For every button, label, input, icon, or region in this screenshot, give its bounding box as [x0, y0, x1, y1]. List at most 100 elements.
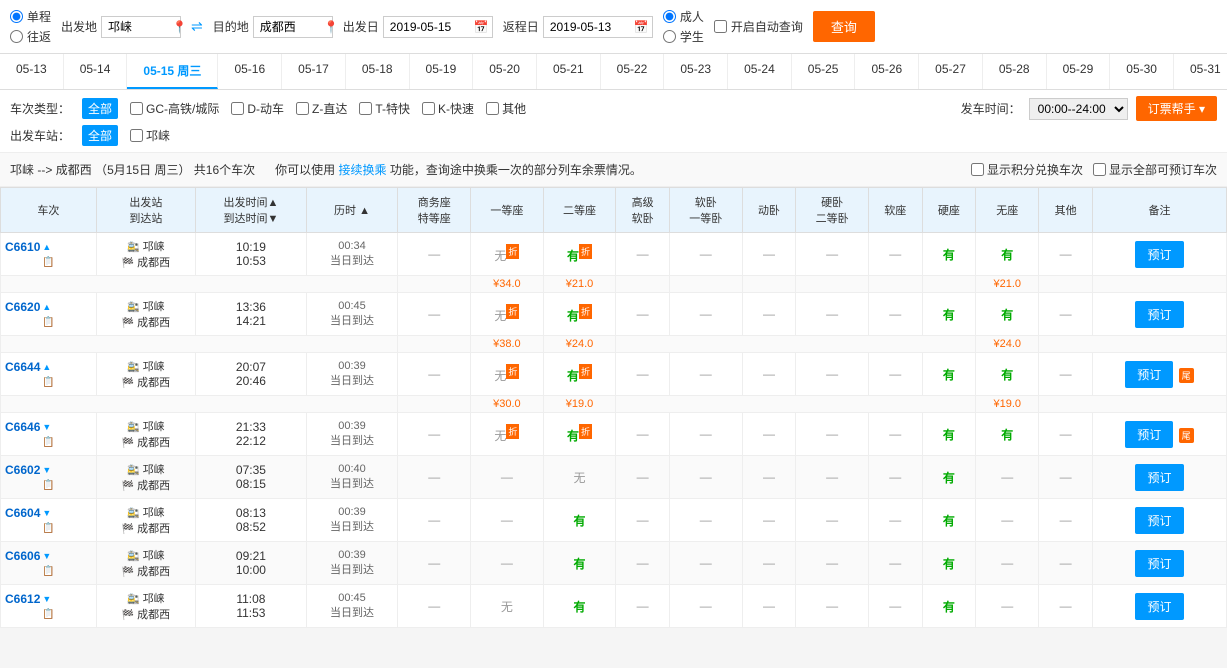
filter-z[interactable]: Z-直达: [296, 100, 347, 117]
book-button[interactable]: 预订: [1135, 301, 1183, 328]
date-tab-0514[interactable]: 05-14: [64, 54, 128, 89]
train-detail-icon[interactable]: 📋: [42, 523, 54, 534]
filter-all-train-types[interactable]: 全部: [82, 98, 118, 119]
adult-radio[interactable]: [663, 10, 676, 23]
th-times[interactable]: 出发时间▲到达时间▼: [196, 188, 307, 233]
train-number-link[interactable]: C6602: [5, 463, 40, 477]
train-detail-icon[interactable]: 📋: [42, 566, 54, 577]
from-input[interactable]: [108, 20, 168, 34]
book-button[interactable]: 预订: [1135, 550, 1183, 577]
book-button[interactable]: 预订: [1125, 421, 1173, 448]
expand-icon[interactable]: ▲: [42, 242, 51, 252]
depart-date-input-box[interactable]: 📅: [383, 16, 493, 38]
train-detail-icon[interactable]: 📋: [42, 257, 54, 268]
qionglai-checkbox[interactable]: [130, 129, 143, 142]
filter-t[interactable]: T-特快: [359, 100, 410, 117]
expand-icon[interactable]: ▼: [42, 594, 51, 604]
filter-other[interactable]: 其他: [486, 100, 526, 117]
date-tab-0523[interactable]: 05-23: [664, 54, 728, 89]
return-calendar-icon[interactable]: 📅: [634, 20, 649, 34]
all-train-badge[interactable]: 全部: [82, 98, 118, 119]
filter-qionglai[interactable]: 邛崃: [130, 127, 170, 144]
train-detail-icon[interactable]: 📋: [42, 480, 54, 491]
time-select[interactable]: 00:00--24:00: [1029, 98, 1128, 120]
train-number-link[interactable]: C6610: [5, 240, 40, 254]
roundtrip-option[interactable]: 往返: [10, 28, 51, 45]
date-tab-0519[interactable]: 05-19: [410, 54, 474, 89]
all-checkbox[interactable]: [1093, 163, 1106, 176]
date-tab-0516[interactable]: 05-16: [218, 54, 282, 89]
date-tab-0524[interactable]: 05-24: [728, 54, 792, 89]
expand-icon[interactable]: ▼: [42, 422, 51, 432]
expand-icon[interactable]: ▼: [42, 465, 51, 475]
t-checkbox[interactable]: [359, 102, 372, 115]
date-tab-0525[interactable]: 05-25: [792, 54, 856, 89]
expand-icon[interactable]: ▼: [42, 508, 51, 518]
all-option[interactable]: 显示全部可预订车次: [1093, 161, 1217, 178]
depart-calendar-icon[interactable]: 📅: [474, 20, 489, 34]
to-input[interactable]: [260, 20, 320, 34]
date-tab-0515[interactable]: 05-15 周三: [127, 54, 218, 89]
date-tab-0528[interactable]: 05-28: [983, 54, 1047, 89]
book-button[interactable]: 预订: [1135, 464, 1183, 491]
train-number-link[interactable]: C6606: [5, 549, 40, 563]
adult-option[interactable]: 成人: [663, 8, 704, 25]
swap-icon[interactable]: ⇌: [191, 18, 203, 35]
date-tab-0520[interactable]: 05-20: [473, 54, 537, 89]
depart-date-input[interactable]: [390, 20, 470, 34]
z-checkbox[interactable]: [296, 102, 309, 115]
date-tab-0531[interactable]: 05-31: [1174, 54, 1227, 89]
date-tab-0530[interactable]: 05-30: [1110, 54, 1174, 89]
date-tab-0527[interactable]: 05-27: [919, 54, 983, 89]
train-number-link[interactable]: C6644: [5, 360, 40, 374]
all-station-badge[interactable]: 全部: [82, 125, 118, 146]
expand-icon[interactable]: ▲: [42, 302, 51, 312]
book-button[interactable]: 预订: [1135, 241, 1183, 268]
points-checkbox[interactable]: [971, 163, 984, 176]
train-number-link[interactable]: C6612: [5, 592, 40, 606]
k-checkbox[interactable]: [422, 102, 435, 115]
train-number-link[interactable]: C6620: [5, 300, 40, 314]
date-tab-0529[interactable]: 05-29: [1047, 54, 1111, 89]
points-option[interactable]: 显示积分兑换车次: [971, 161, 1083, 178]
auto-query-checkbox[interactable]: [714, 20, 727, 33]
filter-gc[interactable]: GC-高铁/城际: [130, 100, 219, 117]
search-button[interactable]: 查询: [813, 11, 875, 42]
oneway-radio[interactable]: [10, 10, 23, 23]
train-detail-icon[interactable]: 📋: [42, 317, 54, 328]
student-radio[interactable]: [663, 30, 676, 43]
return-date-input[interactable]: [550, 20, 630, 34]
th-duration[interactable]: 历时 ▲: [306, 188, 398, 233]
train-detail-icon[interactable]: 📋: [42, 377, 54, 388]
auto-query-option[interactable]: 开启自动查询: [714, 18, 803, 35]
return-date-input-box[interactable]: 📅: [543, 16, 653, 38]
book-button[interactable]: 预订: [1125, 361, 1173, 388]
filter-all-stations[interactable]: 全部: [82, 125, 118, 146]
to-input-box[interactable]: 📍: [253, 16, 333, 38]
book-ticket-btn[interactable]: 订票帮手 ▾: [1136, 96, 1217, 121]
filter-d[interactable]: D-动车: [231, 100, 284, 117]
other-checkbox[interactable]: [486, 102, 499, 115]
train-number-link[interactable]: C6646: [5, 420, 40, 434]
date-tab-0517[interactable]: 05-17: [282, 54, 346, 89]
train-detail-icon[interactable]: 📋: [42, 609, 54, 620]
expand-icon[interactable]: ▼: [42, 551, 51, 561]
roundtrip-radio[interactable]: [10, 30, 23, 43]
expand-icon[interactable]: ▲: [42, 362, 51, 372]
date-tab-0513[interactable]: 05-13: [0, 54, 64, 89]
book-button[interactable]: 预订: [1135, 593, 1183, 620]
date-tab-0518[interactable]: 05-18: [346, 54, 410, 89]
date-tab-0521[interactable]: 05-21: [537, 54, 601, 89]
book-button[interactable]: 预订: [1135, 507, 1183, 534]
date-tab-0526[interactable]: 05-26: [855, 54, 919, 89]
student-option[interactable]: 学生: [663, 28, 704, 45]
train-detail-icon[interactable]: 📋: [42, 437, 54, 448]
oneway-option[interactable]: 单程: [10, 8, 51, 25]
date-tab-0522[interactable]: 05-22: [601, 54, 665, 89]
transfer-link[interactable]: 接续换乘: [339, 163, 387, 177]
filter-k[interactable]: K-快速: [422, 100, 474, 117]
train-number-link[interactable]: C6604: [5, 506, 40, 520]
d-checkbox[interactable]: [231, 102, 244, 115]
from-input-box[interactable]: 📍: [101, 16, 181, 38]
gc-checkbox[interactable]: [130, 102, 143, 115]
